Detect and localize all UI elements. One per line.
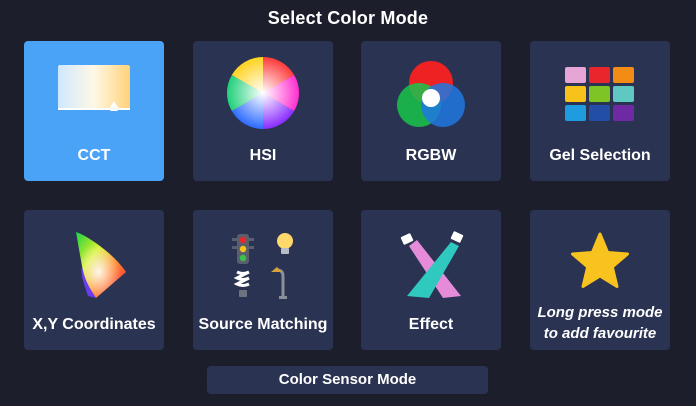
page-title: Select Color Mode (267, 8, 429, 28)
mode-tile-effect[interactable]: Effect (361, 210, 501, 350)
mode-label-xy-coordinates: X,Y Coordinates (32, 316, 156, 333)
light-sources-icon (213, 224, 313, 304)
cie-chromaticity-icon (44, 224, 144, 304)
mode-tile-rgbw[interactable]: RGBW (361, 41, 501, 181)
rgbw-overlap-circles-icon (381, 55, 481, 135)
mode-tile-favourite[interactable]: Long press mode to add favourite (530, 210, 670, 350)
mode-tile-source-matching[interactable]: Source Matching (193, 210, 333, 350)
mode-label-cct: CCT (77, 147, 111, 164)
color-mode-screen: Select Color Mode CCT HSI RGBW Gel Selec… (0, 0, 696, 406)
mode-tile-gel-selection[interactable]: Gel Selection (530, 41, 670, 181)
mode-tile-cct[interactable]: CCT (24, 41, 164, 181)
mode-tile-hsi[interactable]: HSI (193, 41, 333, 181)
star-icon (550, 224, 650, 304)
mode-label-hsi: HSI (249, 147, 277, 164)
hsi-color-wheel-icon (213, 55, 313, 135)
mode-tile-xy-coordinates[interactable]: X,Y Coordinates (24, 210, 164, 350)
gel-swatch-grid-icon (550, 55, 650, 135)
cct-gradient-icon (44, 55, 144, 135)
mode-label-effect: Effect (408, 316, 454, 333)
mode-label-favourite-hint: Long press mode to add favourite (537, 304, 663, 342)
spotlights-icon (381, 224, 481, 304)
color-sensor-mode-button[interactable]: Color Sensor Mode (207, 366, 488, 394)
mode-label-gel-selection: Gel Selection (549, 147, 651, 164)
mode-label-rgbw: RGBW (405, 147, 457, 164)
mode-label-source-matching: Source Matching (198, 316, 328, 333)
